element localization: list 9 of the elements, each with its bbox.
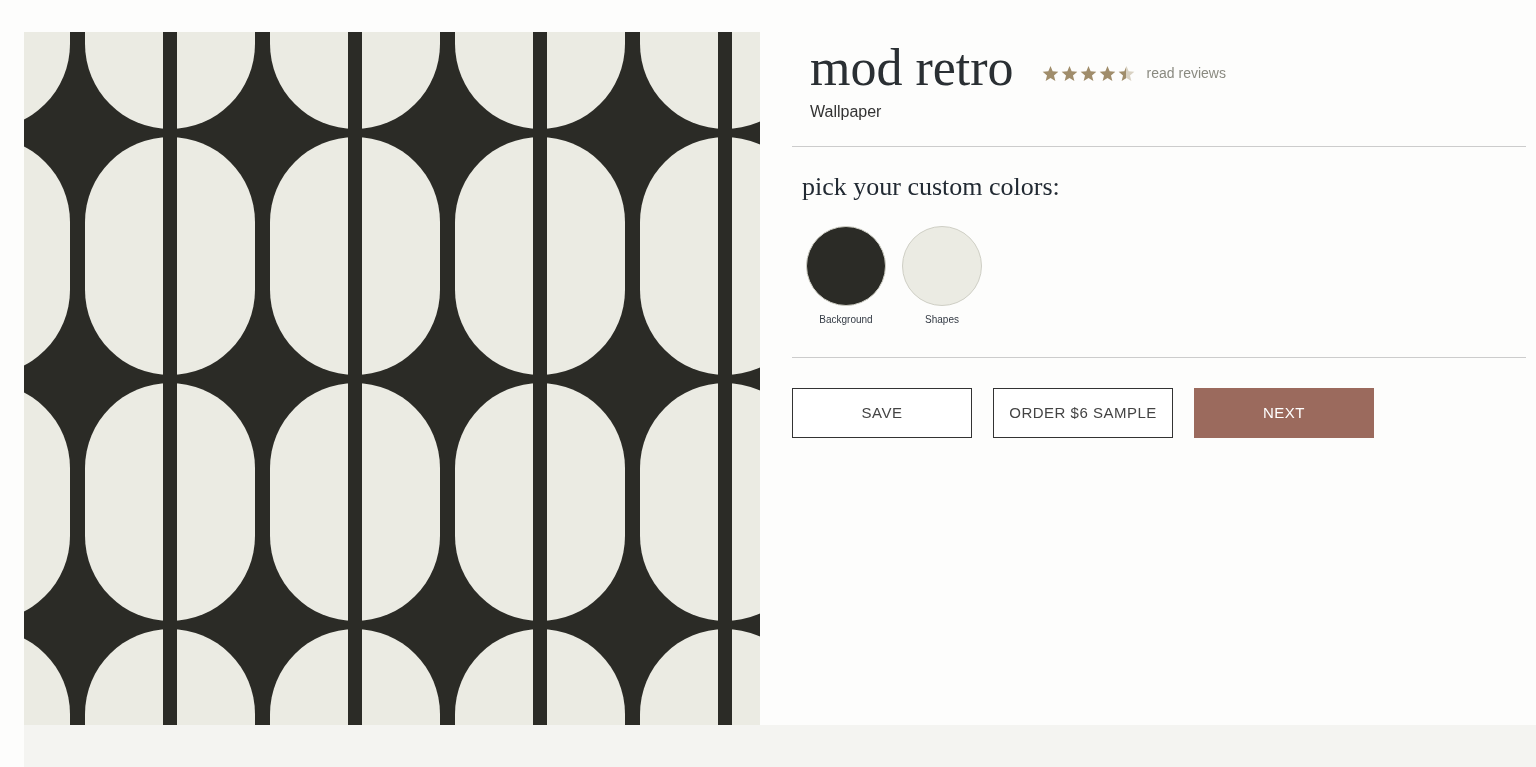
- product-title: mod retro: [810, 40, 1014, 96]
- swatch-label: Shapes: [925, 313, 959, 327]
- swatch-label: Background: [819, 313, 873, 327]
- next-button[interactable]: NEXT: [1194, 388, 1374, 438]
- section-heading: pick your custom colors:: [801, 171, 1061, 203]
- action-button[interactable]: ORDER $6 SAMPLE: [993, 388, 1173, 438]
- action-button[interactable]: SAVE: [792, 388, 972, 438]
- read-reviews-link[interactable]: read reviews: [1146, 63, 1226, 84]
- product-type: Wallpaper: [809, 102, 883, 122]
